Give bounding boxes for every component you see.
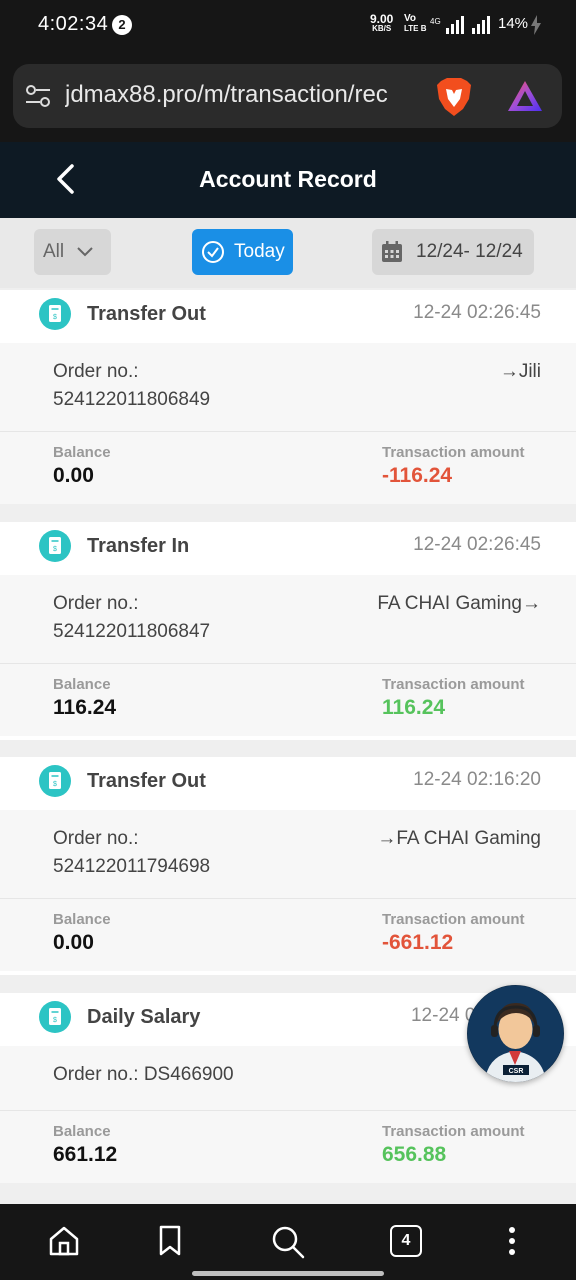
amount-section: Balance 0.00 Transaction amount -661.12 bbox=[0, 899, 576, 971]
svg-text:$: $ bbox=[53, 314, 57, 321]
support-agent-icon: CSR bbox=[467, 985, 564, 1082]
svg-text:$: $ bbox=[53, 546, 57, 553]
balance-label: Balance bbox=[53, 444, 111, 461]
app-header: Account Record bbox=[0, 142, 576, 218]
svg-text:$: $ bbox=[53, 781, 57, 788]
order-label: Order no.: bbox=[53, 593, 139, 614]
receipt-icon: $ bbox=[39, 530, 71, 562]
signal-2-icon bbox=[472, 16, 490, 34]
status-time: 4:02:34 bbox=[38, 13, 109, 35]
type-filter-dropdown[interactable]: All bbox=[34, 229, 111, 275]
balance-value: 661.12 bbox=[53, 1143, 118, 1166]
order-label: Order no.: bbox=[53, 828, 139, 849]
transfer-destination: →Jili bbox=[499, 361, 541, 382]
record-type: Daily Salary bbox=[87, 1006, 201, 1028]
brave-rewards-icon[interactable] bbox=[506, 79, 544, 113]
support-badge-text: CSR bbox=[509, 1068, 524, 1075]
order-number: 524122011794698 bbox=[53, 856, 211, 877]
record-time: 12-24 02:16:20 bbox=[413, 769, 541, 790]
svg-text:$: $ bbox=[53, 1017, 57, 1024]
amount-label: Transaction amount bbox=[382, 676, 525, 693]
record-type: Transfer Out bbox=[87, 303, 206, 325]
amount-value: 116.24 bbox=[382, 696, 446, 719]
network-type-label: 4G bbox=[430, 17, 441, 26]
volte-bottom: LTE B bbox=[404, 24, 427, 33]
chevron-down-icon bbox=[77, 247, 93, 257]
order-number: 524122011806847 bbox=[53, 621, 211, 642]
battery-charging-icon bbox=[531, 15, 541, 35]
balance-label: Balance bbox=[53, 911, 111, 928]
battery-percent: 14% bbox=[498, 15, 529, 32]
order-label: Order no.: bbox=[53, 361, 139, 382]
amount-label: Transaction amount bbox=[382, 911, 525, 928]
network-speed-unit: KB/S bbox=[372, 24, 392, 33]
amount-section: Balance 116.24 Transaction amount 116.24 bbox=[0, 664, 576, 736]
type-filter-value: All bbox=[43, 241, 65, 262]
record-header: $ Transfer In 12-24 02:26:45 bbox=[0, 522, 576, 575]
balance-value: 0.00 bbox=[53, 464, 94, 487]
record-time: 12-24 02:26:45 bbox=[413, 302, 541, 323]
record-card[interactable]: $ Transfer Out 12-24 02:16:20 Order no.:… bbox=[0, 757, 576, 975]
record-card[interactable]: $ Transfer Out 12-24 02:26:45 Order no.:… bbox=[0, 290, 576, 504]
brave-shields-icon[interactable] bbox=[435, 77, 473, 117]
balance-value: 0.00 bbox=[53, 931, 94, 954]
notification-count-badge: 2 bbox=[112, 15, 132, 35]
record-type: Transfer Out bbox=[87, 770, 206, 792]
balance-label: Balance bbox=[53, 1123, 111, 1140]
record-header: $ Transfer Out 12-24 02:16:20 bbox=[0, 757, 576, 810]
filter-bar: All Today 12/24- 12/24 bbox=[0, 218, 576, 288]
order-section: Order no.: 524122011806847 FA CHAI Gamin… bbox=[0, 575, 576, 664]
site-settings-icon[interactable] bbox=[25, 84, 51, 108]
amount-label: Transaction amount bbox=[382, 444, 525, 461]
order-section: Order no.: 524122011806849 →Jili bbox=[0, 343, 576, 432]
calendar-icon bbox=[382, 241, 402, 262]
amount-value: 656.88 bbox=[382, 1143, 447, 1166]
date-range-value: 12/24- 12/24 bbox=[416, 241, 523, 262]
record-time: 12-24 02:26:45 bbox=[413, 534, 541, 555]
amount-section: Balance 0.00 Transaction amount -116.24 bbox=[0, 432, 576, 504]
date-range-picker[interactable]: 12/24- 12/24 bbox=[372, 229, 534, 275]
amount-value: -116.24 bbox=[382, 464, 453, 487]
order-label: Order no.: DS466900 bbox=[53, 1064, 234, 1085]
transfer-destination: →FA CHAI Gaming bbox=[377, 828, 541, 849]
order-number: 524122011806849 bbox=[53, 389, 211, 410]
more-menu-icon[interactable] bbox=[505, 1224, 519, 1258]
record-type: Transfer In bbox=[87, 535, 190, 557]
receipt-icon: $ bbox=[39, 298, 71, 330]
url-text[interactable]: jdmax88.pro/m/transaction/rec bbox=[65, 81, 420, 109]
amount-value: -661.12 bbox=[382, 931, 454, 954]
today-filter-label: Today bbox=[234, 241, 285, 262]
balance-value: 116.24 bbox=[53, 696, 117, 719]
volte-indicator: Vo LTE B bbox=[404, 14, 427, 34]
network-speed: 9.00 KB/S bbox=[370, 13, 393, 34]
receipt-icon: $ bbox=[39, 1001, 71, 1033]
check-circle-icon bbox=[202, 241, 224, 263]
gesture-home-bar bbox=[192, 1271, 384, 1276]
volte-top: Vo bbox=[404, 13, 417, 24]
today-filter-button[interactable]: Today bbox=[192, 229, 293, 275]
transfer-destination: FA CHAI Gaming→ bbox=[377, 593, 541, 614]
tabs-button[interactable]: 4 bbox=[390, 1225, 422, 1257]
amount-section: Balance 661.12 Transaction amount 656.88 bbox=[0, 1111, 576, 1183]
status-bar: 4:02:34 2 9.00 KB/S Vo LTE B 4G 14% bbox=[0, 0, 576, 50]
balance-label: Balance bbox=[53, 676, 111, 693]
record-header: $ Transfer Out 12-24 02:26:45 bbox=[0, 290, 576, 343]
bookmark-icon[interactable] bbox=[156, 1224, 184, 1258]
order-section: Order no.: 524122011794698 →FA CHAI Gami… bbox=[0, 810, 576, 899]
receipt-icon: $ bbox=[39, 765, 71, 797]
signal-icon: 4G bbox=[430, 16, 464, 34]
search-icon[interactable] bbox=[270, 1224, 306, 1260]
home-icon[interactable] bbox=[47, 1224, 81, 1258]
browser-toolbar: jdmax88.pro/m/transaction/rec bbox=[0, 50, 576, 142]
page-title: Account Record bbox=[199, 166, 377, 192]
amount-label: Transaction amount bbox=[382, 1123, 525, 1140]
browser-bottom-nav bbox=[0, 1204, 576, 1280]
record-card[interactable]: $ Transfer In 12-24 02:26:45 Order no.: … bbox=[0, 522, 576, 740]
customer-service-button[interactable]: CSR bbox=[467, 985, 564, 1082]
address-bar[interactable]: jdmax88.pro/m/transaction/rec bbox=[13, 64, 562, 128]
